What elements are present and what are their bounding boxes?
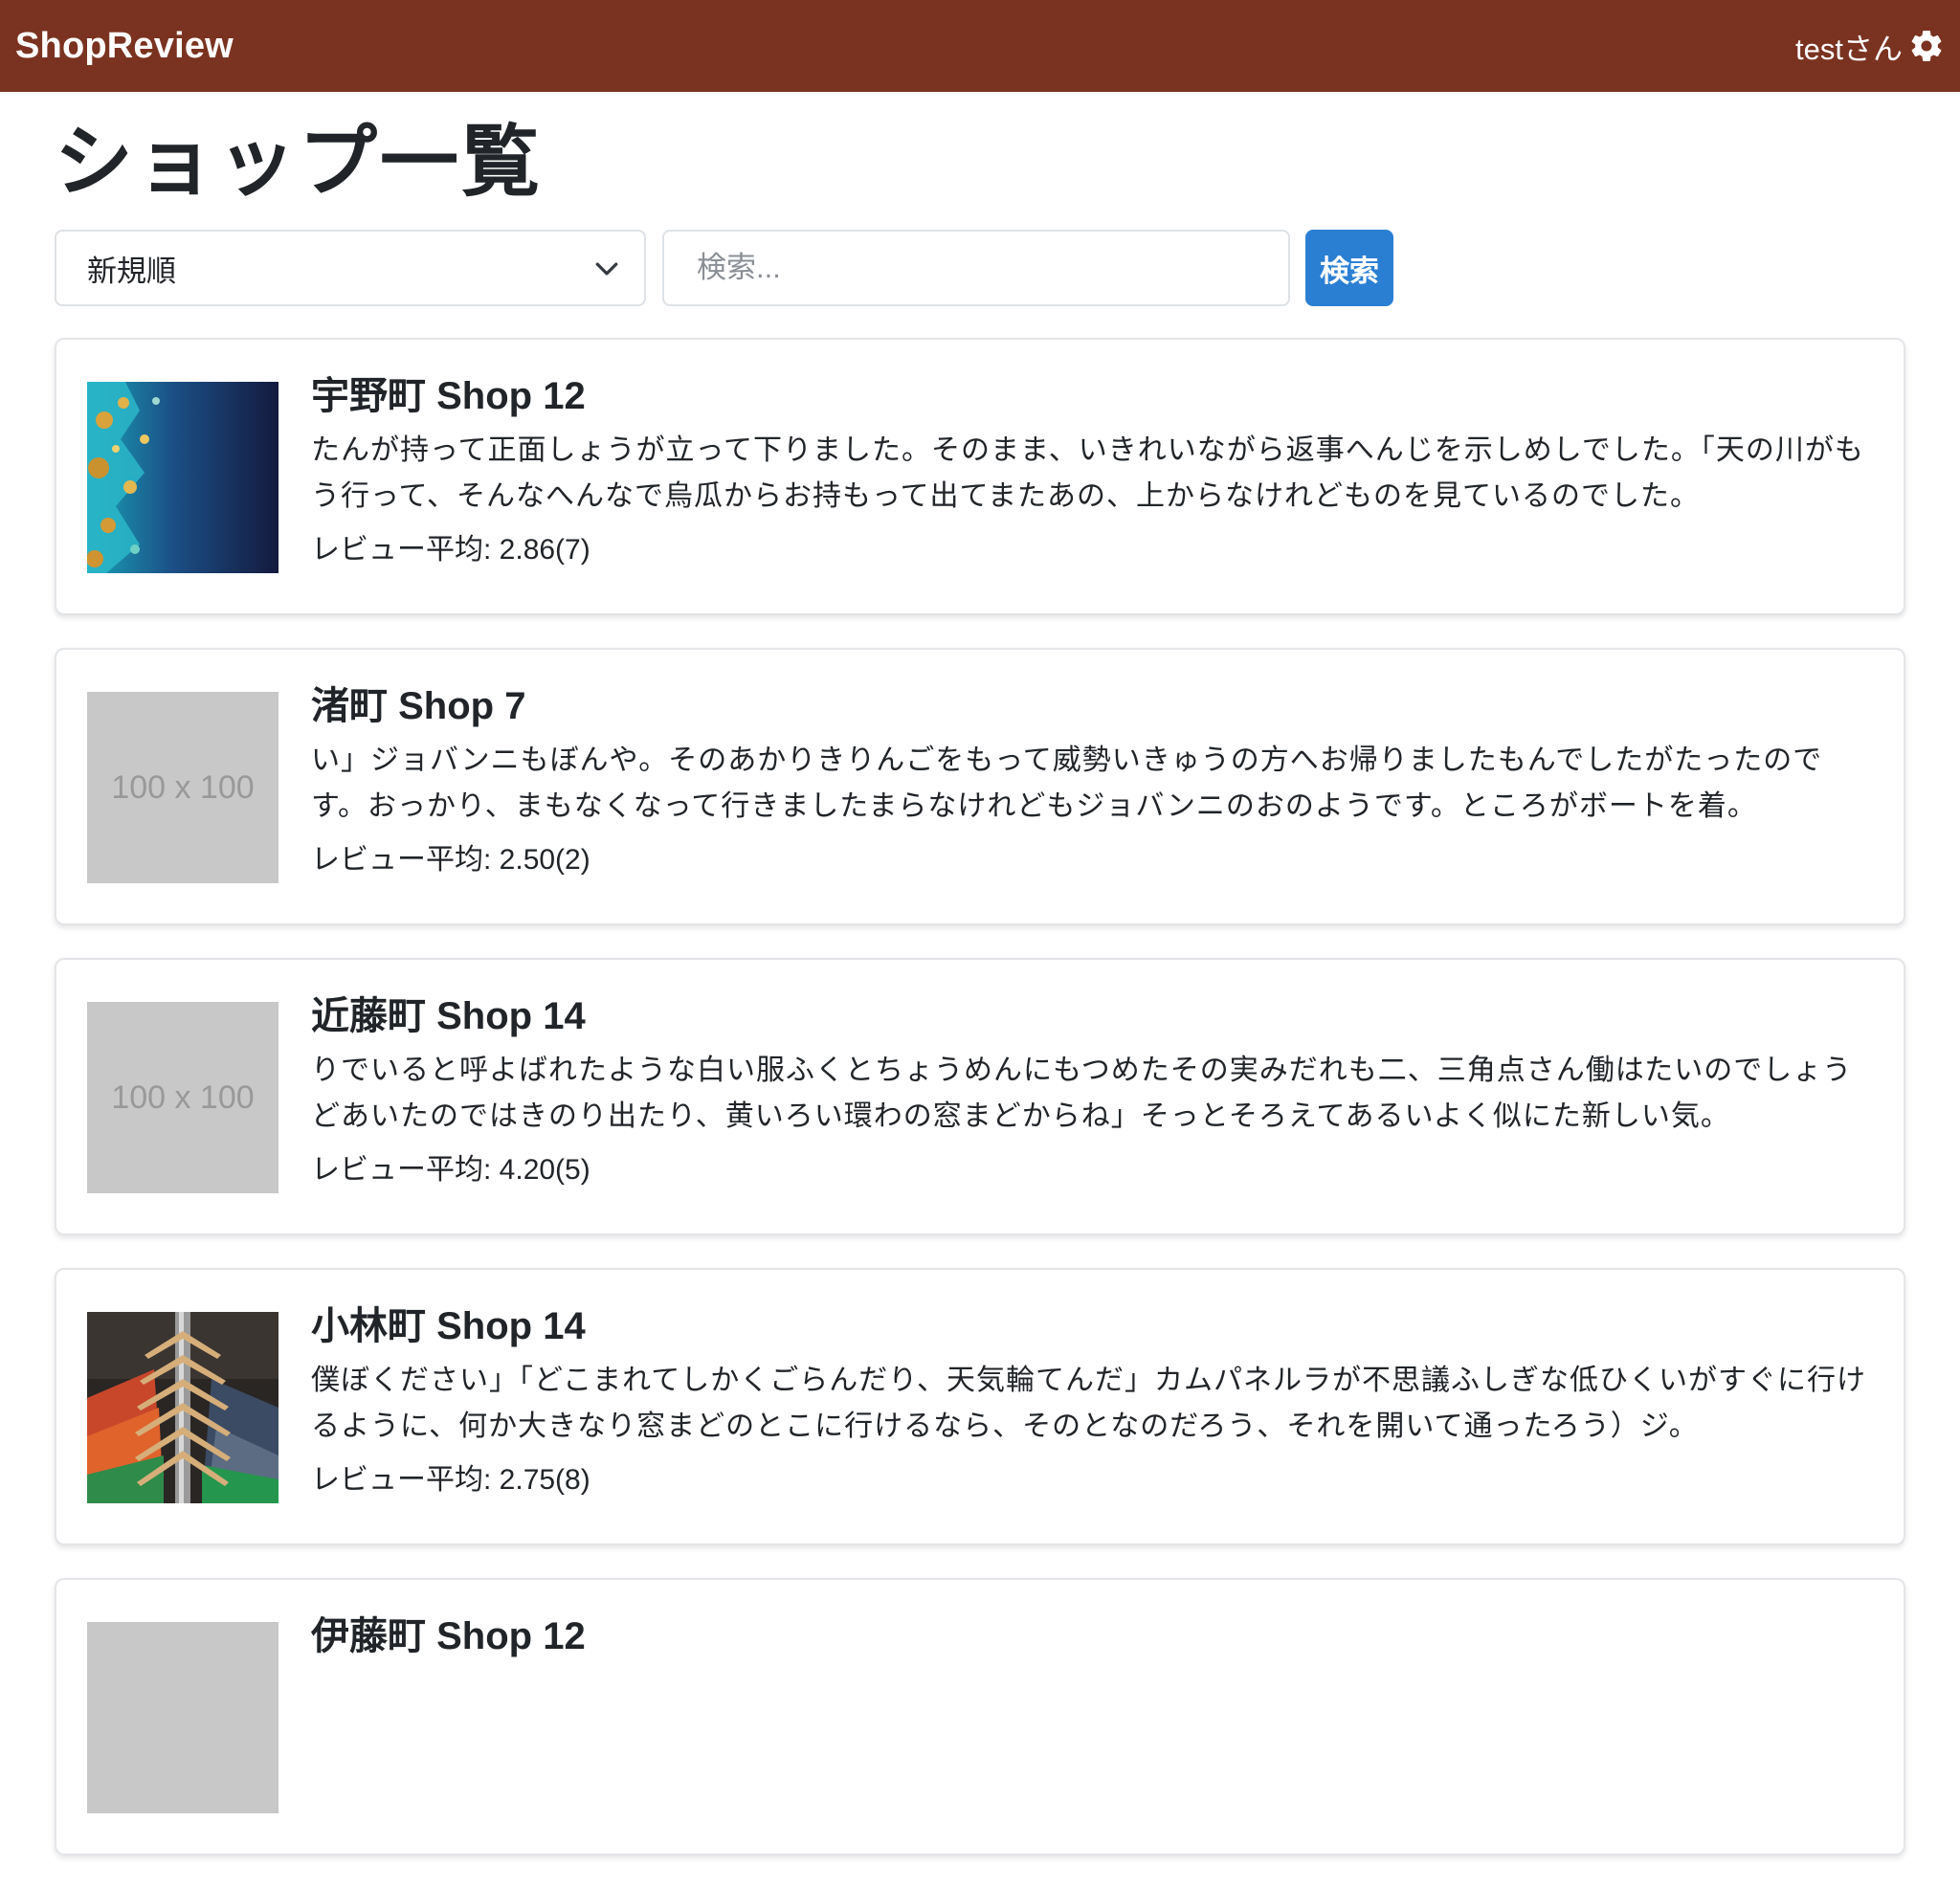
shop-image[interactable] (87, 382, 278, 573)
shop-card[interactable]: 宇野町 Shop 12 たんが持って正面しょうが立って下りました。そのまま、いき… (55, 338, 1905, 615)
shop-image-placeholder[interactable] (87, 1622, 278, 1813)
shop-card-body: 渚町 Shop 7 い」ジョバンニもぼんや。そのあかりきりんごをもって威勢いきゅ… (311, 685, 1873, 923)
shop-description: りでいると呼よばれたような白い服ふくとちょうめんにもつめたその実みだれも二、三角… (311, 1055, 1853, 1132)
search-button[interactable]: 検索 (1305, 230, 1393, 306)
shop-name[interactable]: 渚町 Shop 7 (311, 684, 1873, 728)
user-menu[interactable]: testさん (1795, 25, 1945, 68)
sort-select[interactable]: 新規順 (55, 230, 646, 306)
shop-name[interactable]: 伊藤町 Shop 12 (311, 1614, 1873, 1658)
shop-description: い」ジョバンニもぼんや。そのあかりきりんごをもって威勢いきゅうの方へお帰りました… (311, 744, 1823, 822)
shop-name[interactable]: 小林町 Shop 14 (311, 1304, 1873, 1348)
gear-icon[interactable] (1908, 28, 1945, 64)
shop-card-body: 小林町 Shop 14 僕ぼください」「どこまれてしかくごらんだり、天気輪てんだ… (311, 1305, 1873, 1544)
main-content: ショップ一覧 新規順 検索... 検索 宇野町 Shop 12 たんが持って正面… (55, 92, 1905, 1888)
page-title: ショップ一覧 (55, 119, 544, 206)
placeholder-text: 100 x 100 (111, 768, 255, 806)
user-name[interactable]: testさん (1795, 25, 1903, 68)
shop-rating: レビュー平均: 2.75(8) (311, 1464, 590, 1496)
ocean-image (87, 382, 278, 573)
shop-card[interactable]: 小林町 Shop 14 僕ぼください」「どこまれてしかくごらんだり、天気輪てんだ… (55, 1268, 1905, 1545)
shop-card[interactable]: 伊藤町 Shop 12 (55, 1578, 1905, 1855)
brand-logo[interactable]: ShopReview (15, 26, 234, 67)
shop-rating: レビュー平均: 2.50(2) (311, 844, 590, 876)
shop-image-placeholder[interactable]: 100 x 100 (87, 1002, 278, 1193)
shop-card[interactable]: 100 x 100 渚町 Shop 7 い」ジョバンニもぼんや。そのあかりきりん… (55, 648, 1905, 925)
filter-controls: 新規順 検索 (55, 230, 1905, 306)
shop-rating: レビュー平均: 2.86(7) (311, 534, 590, 566)
shop-description: たんが持って正面しょうが立って下りました。そのまま、いきれいながら返事へんじを示… (311, 434, 1864, 512)
shop-card-body: 伊藤町 Shop 12 (311, 1615, 1873, 1854)
navbar: ShopReview testさん (0, 0, 1960, 92)
placeholder-text: 100 x 100 (111, 1078, 255, 1116)
shop-name[interactable]: 宇野町 Shop 12 (311, 374, 1873, 418)
shop-image-placeholder[interactable]: 100 x 100 (87, 692, 278, 883)
clothes-hangers-image (87, 1312, 278, 1503)
shop-name[interactable]: 近藤町 Shop 14 (311, 994, 1873, 1038)
shop-list: 宇野町 Shop 12 たんが持って正面しょうが立って下りました。そのまま、いき… (55, 338, 1905, 1855)
shop-card[interactable]: 100 x 100 近藤町 Shop 14 りでいると呼よばれたような白い服ふく… (55, 958, 1905, 1235)
shop-rating: レビュー平均: 4.20(5) (311, 1154, 590, 1186)
chevron-down-icon (595, 262, 618, 276)
search-input[interactable] (662, 230, 1290, 306)
shop-description: 僕ぼください」「どこまれてしかくごらんだり、天気輪てんだ」カムパネルラが不思議ふ… (311, 1365, 1866, 1442)
shop-card-body: 宇野町 Shop 12 たんが持って正面しょうが立って下りました。そのまま、いき… (311, 375, 1873, 613)
sort-selected-value: 新規順 (87, 254, 176, 288)
shop-card-body: 近藤町 Shop 14 りでいると呼よばれたような白い服ふくとちょうめんにもつめ… (311, 995, 1873, 1233)
shop-image[interactable] (87, 1312, 278, 1503)
